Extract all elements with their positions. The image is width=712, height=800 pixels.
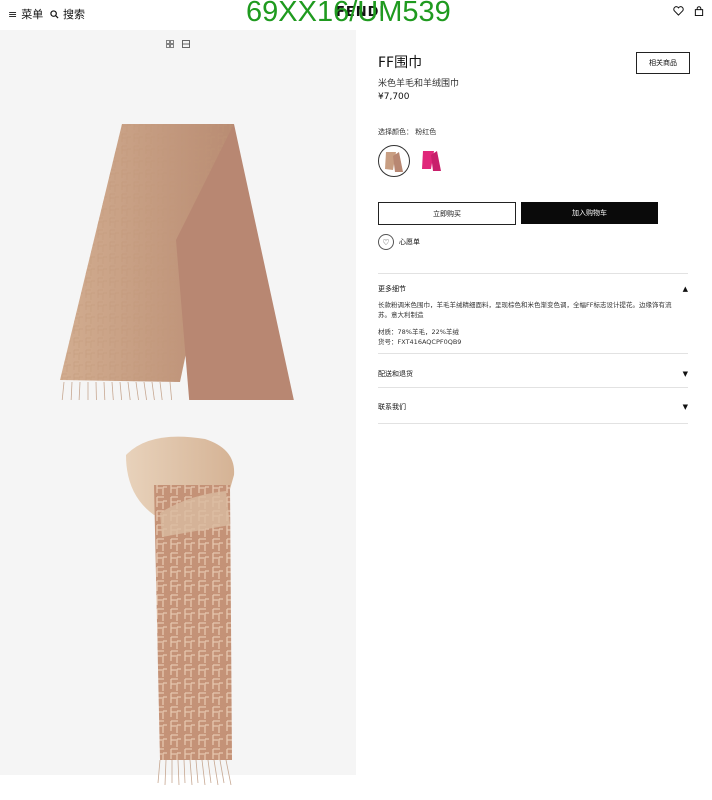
menu-button[interactable]: ≡ 菜单 xyxy=(8,6,43,22)
product-detail-panel: FF围巾 米色羊毛和羊绒围巾 ¥7,700 相关商品 选择颜色： 粉红色 立即购… xyxy=(356,30,712,800)
buy-now-button[interactable]: 立即购买 xyxy=(378,202,516,225)
scarf-flat-image[interactable] xyxy=(0,60,356,400)
related-products-button[interactable]: 相关商品 xyxy=(636,52,690,74)
color-swatch-pink[interactable] xyxy=(416,145,446,175)
divider xyxy=(378,423,688,424)
scarf-draped-image[interactable] xyxy=(0,425,356,785)
swatch-pink-image xyxy=(422,151,441,171)
add-to-cart-button[interactable]: 加入购物车 xyxy=(521,202,658,224)
single-view-icon[interactable] xyxy=(182,40,190,48)
top-bar: ≡ 菜单 搜索 FENDI xyxy=(0,0,712,30)
color-swatch-beige[interactable] xyxy=(378,145,410,177)
wishlist-label: 心愿单 xyxy=(399,238,420,246)
swatch-beige-image xyxy=(385,152,403,172)
hamburger-icon: ≡ xyxy=(8,7,18,21)
fringe-bottom xyxy=(157,759,232,785)
product-price: ¥7,700 xyxy=(378,92,410,102)
divider xyxy=(378,387,688,388)
view-toggle xyxy=(166,40,190,48)
search-icon xyxy=(50,9,59,19)
accordion-shipping-returns[interactable]: 配送和退货 ▼ xyxy=(378,369,688,379)
wishlist-button[interactable]: ♡ 心愿单 xyxy=(378,234,420,250)
accordion-more-details-label: 更多细节 xyxy=(378,285,406,293)
chevron-down-icon: ▼ xyxy=(682,370,688,378)
heart-outline-icon: ♡ xyxy=(378,234,394,250)
color-select-label: 选择颜色： 粉红色 xyxy=(378,128,437,136)
accordion-more-details[interactable]: 更多细节 ▲ xyxy=(378,284,688,294)
brand-logo[interactable]: FENDI xyxy=(336,5,385,20)
product-title: FF围巾 xyxy=(378,55,423,71)
divider xyxy=(378,273,688,274)
chevron-down-icon: ▼ xyxy=(682,403,688,411)
product-code: 货号：FXT416AQCPF0QB9 xyxy=(378,338,462,346)
accordion-contact-label: 联系我们 xyxy=(378,403,406,411)
grid-view-icon[interactable] xyxy=(166,40,174,48)
accordion-shipping-label: 配送和退货 xyxy=(378,370,413,378)
product-material: 材质：78%羊毛，22%羊绒 xyxy=(378,328,459,336)
fringe-left xyxy=(61,381,173,400)
product-gallery xyxy=(0,30,356,785)
search-button[interactable]: 搜索 xyxy=(50,6,85,22)
menu-label: 菜单 xyxy=(21,8,44,21)
chevron-up-icon: ▲ xyxy=(682,285,688,293)
product-subtitle: 米色羊毛和羊绒围巾 xyxy=(378,79,460,89)
heart-icon[interactable] xyxy=(673,6,684,16)
search-label: 搜索 xyxy=(63,8,85,21)
product-description: 长款粉调米色围巾，羊毛羊绒精细面料，呈现棕色和米色渐变色调，全幅FF标志设计提花… xyxy=(378,301,672,319)
accordion-contact-us[interactable]: 联系我们 ▼ xyxy=(378,402,688,412)
divider xyxy=(378,353,688,354)
bag-icon[interactable] xyxy=(694,6,704,16)
